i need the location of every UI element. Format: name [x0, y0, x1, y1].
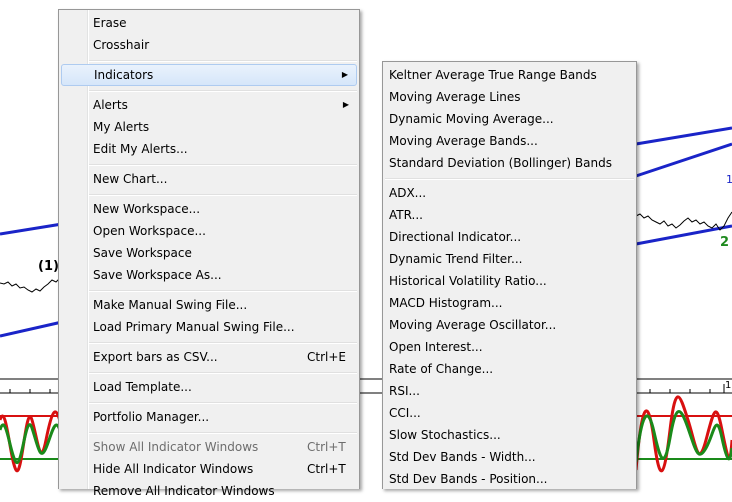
- menu-item-show-all-indicator-windows[interactable]: Show All Indicator Windows Ctrl+T: [61, 436, 357, 458]
- submenu-item-label: CCI...: [389, 406, 421, 420]
- submenu-arrow-icon: ▶: [341, 70, 348, 79]
- menu-item-alerts[interactable]: Alerts ▶: [61, 94, 357, 116]
- menu-item-open-workspace[interactable]: Open Workspace...: [61, 220, 357, 242]
- submenu-item-label: MACD Histogram...: [389, 296, 503, 310]
- menu-item-label: Save Workspace As...: [93, 268, 222, 282]
- menu-item-indicators[interactable]: Indicators ▶: [61, 64, 357, 86]
- menu-separator: [89, 164, 357, 166]
- menu-item-shortcut: Ctrl+T: [307, 440, 346, 454]
- indicators-submenu: Keltner Average True Range Bands Moving …: [382, 61, 637, 489]
- menu-item-label: Make Manual Swing File...: [93, 298, 248, 312]
- submenu-item-label: Standard Deviation (Bollinger) Bands: [389, 156, 612, 170]
- menu-item-new-chart[interactable]: New Chart...: [61, 168, 357, 190]
- menu-item-label: Load Primary Manual Swing File...: [93, 320, 295, 334]
- menu-separator: [89, 402, 357, 404]
- submenu-item-std-dev-bands-width[interactable]: Std Dev Bands - Width...: [385, 446, 634, 468]
- submenu-item-label: Std Dev Bands - Position...: [389, 472, 548, 486]
- submenu-item-macd-histogram[interactable]: MACD Histogram...: [385, 292, 634, 314]
- submenu-item-label: ADX...: [389, 186, 427, 200]
- submenu-item-directional-indicator[interactable]: Directional Indicator...: [385, 226, 634, 248]
- menu-separator: [89, 372, 357, 374]
- menu-item-label: Erase: [93, 16, 127, 30]
- submenu-item-label: Slow Stochastics...: [389, 428, 501, 442]
- menu-item-label: My Alerts: [93, 120, 150, 134]
- menu-item-label: Export bars as CSV...: [93, 350, 218, 364]
- submenu-item-cci[interactable]: CCI...: [385, 402, 634, 424]
- submenu-item-label: ATR...: [389, 208, 423, 222]
- submenu-item-moving-average-oscillator[interactable]: Moving Average Oscillator...: [385, 314, 634, 336]
- menu-separator: [89, 90, 357, 92]
- submenu-item-dynamic-trend-filter[interactable]: Dynamic Trend Filter...: [385, 248, 634, 270]
- submenu-item-bollinger-bands[interactable]: Standard Deviation (Bollinger) Bands: [385, 152, 634, 174]
- menu-item-shortcut: Ctrl+T: [307, 462, 346, 476]
- menu-item-erase[interactable]: Erase: [61, 12, 357, 34]
- submenu-item-open-interest[interactable]: Open Interest...: [385, 336, 634, 358]
- submenu-item-label: RSI...: [389, 384, 420, 398]
- menu-item-label: Alerts: [93, 98, 128, 112]
- submenu-item-label: Open Interest...: [389, 340, 483, 354]
- submenu-item-moving-average-lines[interactable]: Moving Average Lines: [385, 86, 634, 108]
- axis-label: 18: [725, 380, 732, 391]
- menu-item-shortcut: Ctrl+E: [307, 350, 346, 364]
- menu-item-label: Crosshair: [93, 38, 150, 52]
- menu-item-label: Load Template...: [93, 380, 192, 394]
- submenu-item-label: Dynamic Moving Average...: [389, 112, 554, 126]
- menu-item-remove-all-indicator-windows[interactable]: Remove All Indicator Windows: [61, 480, 357, 502]
- menu-item-label: Remove All Indicator Windows: [93, 484, 275, 498]
- menu-item-label: New Workspace...: [93, 202, 201, 216]
- menu-item-my-alerts[interactable]: My Alerts: [61, 116, 357, 138]
- menu-separator: [89, 290, 357, 292]
- submenu-item-std-dev-bands-position[interactable]: Std Dev Bands - Position...: [385, 468, 634, 490]
- menu-separator: [89, 60, 357, 62]
- menu-separator: [385, 178, 634, 180]
- submenu-item-moving-average-bands[interactable]: Moving Average Bands...: [385, 130, 634, 152]
- submenu-item-dynamic-moving-average[interactable]: Dynamic Moving Average...: [385, 108, 634, 130]
- swing-label-top: 1: [726, 173, 732, 186]
- menu-item-load-primary-manual-swing-file[interactable]: Load Primary Manual Swing File...: [61, 316, 357, 338]
- menu-item-portfolio-manager[interactable]: Portfolio Manager...: [61, 406, 357, 428]
- submenu-item-atr[interactable]: ATR...: [385, 204, 634, 226]
- menu-item-label: New Chart...: [93, 172, 168, 186]
- menu-item-label: Hide All Indicator Windows: [93, 462, 254, 476]
- submenu-item-rate-of-change[interactable]: Rate of Change...: [385, 358, 634, 380]
- submenu-item-label: Moving Average Lines: [389, 90, 521, 104]
- menu-item-label: Open Workspace...: [93, 224, 206, 238]
- submenu-item-adx[interactable]: ADX...: [385, 182, 634, 204]
- menu-item-save-workspace[interactable]: Save Workspace: [61, 242, 357, 264]
- menu-item-label: Portfolio Manager...: [93, 410, 210, 424]
- menu-separator: [89, 432, 357, 434]
- submenu-item-label: Moving Average Bands...: [389, 134, 538, 148]
- menu-item-hide-all-indicator-windows[interactable]: Hide All Indicator Windows Ctrl+T: [61, 458, 357, 480]
- menu-item-save-workspace-as[interactable]: Save Workspace As...: [61, 264, 357, 286]
- submenu-item-label: Historical Volatility Ratio...: [389, 274, 547, 288]
- menu-separator: [89, 194, 357, 196]
- submenu-item-historical-volatility-ratio[interactable]: Historical Volatility Ratio...: [385, 270, 634, 292]
- swing-label-1: (1): [38, 259, 59, 274]
- menu-item-edit-my-alerts[interactable]: Edit My Alerts...: [61, 138, 357, 160]
- submenu-item-label: Std Dev Bands - Width...: [389, 450, 536, 464]
- submenu-item-rsi[interactable]: RSI...: [385, 380, 634, 402]
- menu-separator: [89, 342, 357, 344]
- submenu-item-label: Directional Indicator...: [389, 230, 522, 244]
- submenu-item-keltner-atr-bands[interactable]: Keltner Average True Range Bands: [385, 64, 634, 86]
- menu-item-new-workspace[interactable]: New Workspace...: [61, 198, 357, 220]
- submenu-item-slow-stochastics[interactable]: Slow Stochastics...: [385, 424, 634, 446]
- submenu-item-label: Keltner Average True Range Bands: [389, 68, 597, 82]
- menu-item-label: Indicators: [94, 68, 154, 82]
- menu-item-make-manual-swing-file[interactable]: Make Manual Swing File...: [61, 294, 357, 316]
- submenu-item-label: Dynamic Trend Filter...: [389, 252, 523, 266]
- menu-item-export-bars-csv[interactable]: Export bars as CSV... Ctrl+E: [61, 346, 357, 368]
- menu-item-crosshair[interactable]: Crosshair: [61, 34, 357, 56]
- menu-item-load-template[interactable]: Load Template...: [61, 376, 357, 398]
- submenu-item-label: Rate of Change...: [389, 362, 494, 376]
- swing-label-2: 2: [720, 235, 730, 250]
- submenu-arrow-icon: ▶: [342, 100, 349, 109]
- submenu-item-label: Moving Average Oscillator...: [389, 318, 557, 332]
- context-menu: Erase Crosshair Indicators ▶ Alerts ▶ My A…: [58, 9, 360, 498]
- menu-item-label: Save Workspace: [93, 246, 192, 260]
- menu-item-label: Show All Indicator Windows: [93, 440, 259, 454]
- menu-item-label: Edit My Alerts...: [93, 142, 188, 156]
